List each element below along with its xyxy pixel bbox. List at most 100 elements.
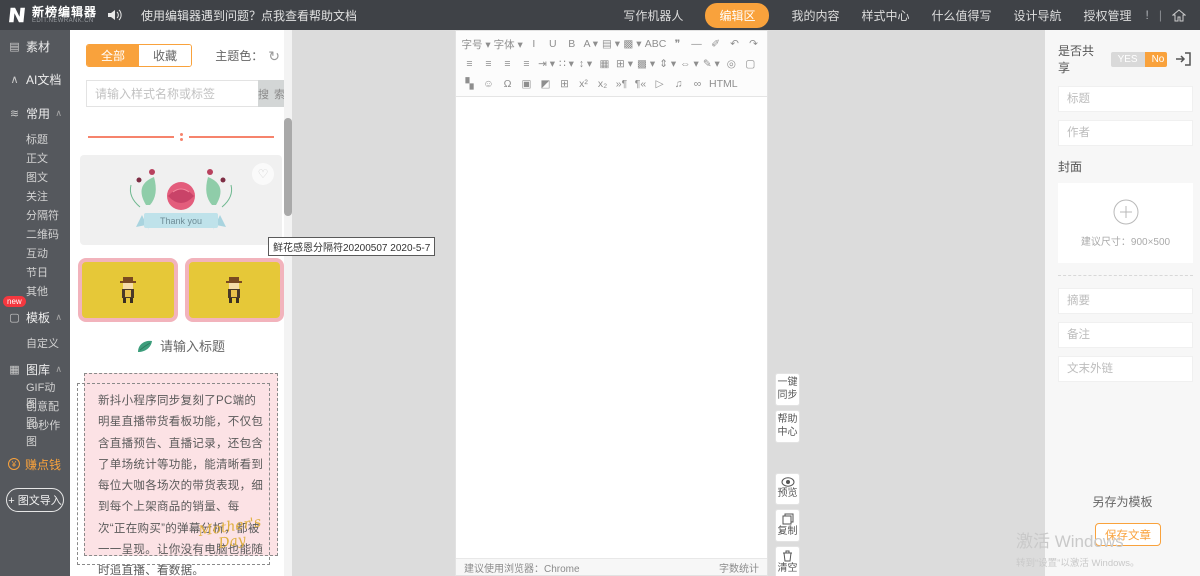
sidebar-item[interactable]: 标题 (0, 129, 70, 148)
nav-item[interactable]: 样式中心 (861, 7, 909, 24)
undo-button[interactable]: ↶ (727, 36, 742, 53)
bold-button[interactable]: B (564, 36, 579, 53)
import-article-button[interactable]: + 图文导入 (6, 488, 64, 512)
nav-item[interactable]: 编辑区 (705, 2, 770, 28)
audio-button[interactable]: ♫ (671, 76, 686, 93)
sidebar-item[interactable]: 关注 (0, 186, 70, 205)
subscript-button[interactable]: x₂ (595, 76, 610, 93)
pink-text-style-item[interactable]: 新抖小程序同步复刻了PC端的明星直播带货看板功能，不仅包含直播预告、直播记录，还… (77, 373, 278, 576)
yellow-divider-card[interactable] (184, 258, 284, 322)
divider-style-item[interactable] (88, 131, 274, 143)
notification-indicator[interactable]: ! (1146, 8, 1149, 22)
nav-item[interactable]: 写作机器人 (623, 7, 683, 24)
sidebar-item[interactable]: ▤ 素材 (0, 30, 70, 63)
title-style-item[interactable]: 请输入标题 (70, 336, 292, 355)
h-spacing-button[interactable]: ⇔ ▾ (680, 56, 699, 73)
text-color-button[interactable]: A ▾ (583, 36, 598, 53)
sidebar-item[interactable]: 自定义 (0, 333, 70, 352)
sidebar-item[interactable]: 节日 (0, 262, 70, 281)
font-family-select[interactable]: 字体 ▾ (494, 36, 523, 53)
highlight-color-button[interactable]: ▤ ▾ (602, 36, 620, 53)
font-size-select[interactable]: 字号 ▾ (461, 36, 490, 53)
rtl-button[interactable]: ¶« (633, 76, 648, 93)
article-summary-input[interactable] (1058, 288, 1193, 314)
image-edit-button[interactable]: ◩ (538, 76, 553, 93)
refresh-icon[interactable]: ↻ (268, 49, 280, 63)
app-logo[interactable]: 新榜编辑器 EDIT.NEWRANK.CN (0, 5, 107, 25)
superscript-button[interactable]: x² (576, 76, 591, 93)
line-height-button[interactable]: ↕ ▾ (578, 56, 593, 73)
sidebar-item[interactable]: 互动 (0, 243, 70, 262)
clear-format-button[interactable]: ✐ (708, 36, 723, 53)
nav-item[interactable]: 我的内容 (791, 7, 839, 24)
article-title-input[interactable] (1058, 86, 1193, 112)
v-spacing-button[interactable]: ⇕ ▾ (659, 56, 676, 73)
search-button[interactable]: 搜 索 (258, 80, 287, 107)
share-no-option[interactable]: No (1144, 51, 1167, 67)
pen-button[interactable]: ✎ ▾ (703, 56, 720, 73)
link-button[interactable]: ∞ (690, 76, 705, 93)
save-article-button[interactable]: 保存文章 (1095, 523, 1161, 546)
sidebar-item[interactable]: 分隔符 (0, 205, 70, 224)
clear-button[interactable]: 清空 (775, 546, 800, 576)
collapse-panel-button[interactable] (1175, 52, 1191, 66)
article-note-input[interactable] (1058, 322, 1193, 348)
sidebar-item[interactable]: 10秒作图 (0, 420, 70, 448)
sidebar-item[interactable]: 图文 (0, 167, 70, 186)
align-right-button[interactable]: ≡ (500, 56, 515, 73)
nav-item[interactable]: 授权管理 (1084, 7, 1132, 24)
nav-item[interactable]: 什么值得写 (931, 7, 991, 24)
article-author-input[interactable] (1058, 120, 1193, 146)
tab-all[interactable]: 全部 (87, 45, 139, 66)
tab-favorites[interactable]: 收藏 (139, 45, 191, 66)
style-search-input[interactable] (86, 80, 258, 107)
image-layout-button[interactable]: ▩ ▾ (637, 56, 655, 73)
favorite-heart-button[interactable]: ♡ (252, 163, 274, 185)
editor-content-area[interactable] (456, 97, 767, 558)
format-painter-button[interactable]: ▚ (462, 76, 477, 93)
border-button[interactable]: ⊞ ▾ (616, 56, 633, 73)
sidebar-item[interactable]: 二维码 (0, 224, 70, 243)
yellow-divider-card[interactable] (78, 258, 178, 322)
indent-button[interactable]: ⇥ ▾ (538, 56, 555, 73)
quote-button[interactable]: ❞ (670, 36, 685, 53)
thankyou-style-item[interactable]: Thank you ♡ (80, 155, 282, 245)
italic-button[interactable]: I (526, 36, 541, 53)
home-icon[interactable] (1172, 8, 1186, 22)
strikethrough-button[interactable]: ABC (645, 36, 667, 53)
nav-item[interactable]: 设计导航 (1014, 7, 1062, 24)
preview-button[interactable]: 预览 (775, 473, 800, 505)
special-char-button[interactable]: Ω (500, 76, 515, 93)
bg-color-button[interactable]: ▩ ▾ (623, 36, 641, 53)
redo-button[interactable]: ↷ (746, 36, 761, 53)
align-justify-button[interactable]: ≡ (519, 56, 534, 73)
hr-button[interactable]: — (689, 36, 704, 53)
sidebar-item[interactable]: ¥ 赚点钱 (0, 450, 70, 478)
share-yes-option[interactable]: YES (1110, 51, 1145, 67)
sidebar-item[interactable]: 正文 (0, 148, 70, 167)
panel-scrollbar-thumb[interactable] (284, 118, 292, 216)
sidebar-item[interactable]: ≋ 常用 ∧ (0, 98, 70, 129)
article-outlink-input[interactable] (1058, 356, 1193, 382)
video-button[interactable]: ▷ (652, 76, 667, 93)
zoom-button[interactable]: ◎ (724, 56, 739, 73)
copy-button[interactable]: 复制 (775, 508, 800, 542)
ltr-button[interactable]: »¶ (614, 76, 629, 93)
underline-button[interactable]: U (545, 36, 560, 53)
panel-scrollbar-track[interactable] (284, 30, 292, 576)
html-button[interactable]: HTML (709, 76, 738, 93)
save-as-template-link[interactable]: 另存为模板 (1045, 493, 1200, 510)
cover-upload-box[interactable]: 建议尺寸：900×500 (1058, 183, 1193, 263)
align-center-button[interactable]: ≡ (481, 56, 496, 73)
table-button[interactable]: ▦ (597, 56, 612, 73)
help-link[interactable]: 使用编辑器遇到问题？点我查看帮助文档 (141, 7, 357, 24)
word-count-link[interactable]: 字数统计 (719, 560, 759, 575)
sidebar-item[interactable]: ▢ 模板 ∧ new (0, 296, 70, 333)
align-left-button[interactable]: ≡ (462, 56, 477, 73)
help-center-button[interactable]: 帮助中心 (775, 410, 800, 443)
insert-table-button[interactable]: ⊞ (557, 76, 572, 93)
image-button[interactable]: ▣ (519, 76, 534, 93)
fullscreen-button[interactable]: ▢ (743, 56, 758, 73)
one-key-sync-button[interactable]: 一键同步 (775, 373, 800, 406)
emoji-button[interactable]: ☺ (481, 76, 496, 93)
